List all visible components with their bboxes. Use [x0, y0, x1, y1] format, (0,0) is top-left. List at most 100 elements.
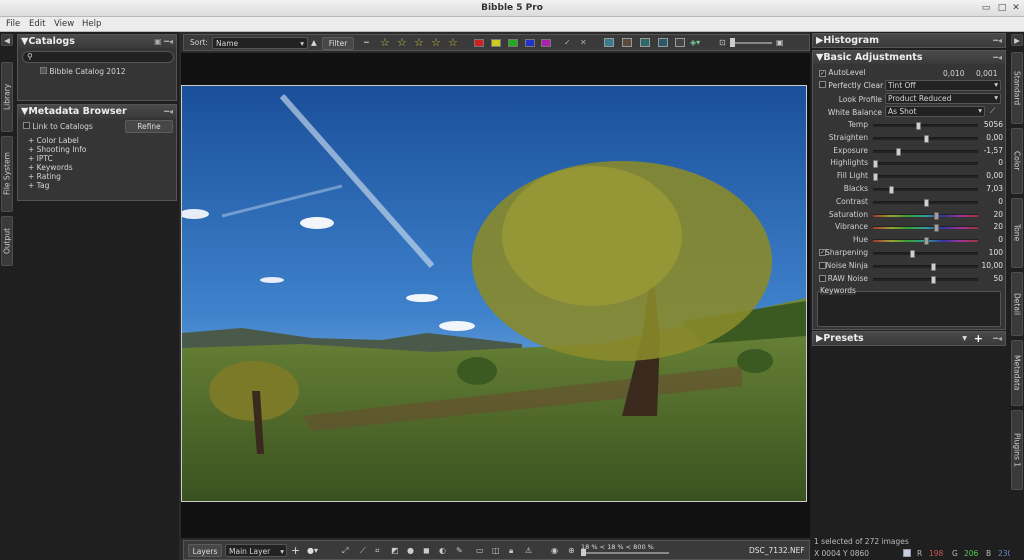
tab-metadata[interactable]: Metadata [1011, 340, 1023, 406]
straighten-value[interactable]: 0,00 [963, 133, 1003, 142]
tab-library[interactable]: Library [1, 62, 13, 132]
raw-noise-checkbox[interactable] [819, 274, 826, 282]
reject-icon[interactable]: ✕ [580, 37, 587, 49]
color-label-red[interactable] [474, 39, 484, 47]
tab-plugins[interactable]: Plugins 1 [1011, 410, 1023, 490]
tab-detail[interactable]: Detail [1011, 272, 1023, 336]
rating-clear-icon[interactable]: ━ [364, 37, 369, 49]
tab-tone[interactable]: Tone [1011, 198, 1023, 268]
view-list-icon[interactable] [675, 38, 685, 47]
star-icon[interactable]: ☆ [448, 37, 458, 49]
thumbnail-size-icon[interactable]: ⊡ [719, 37, 726, 49]
view-grid-icon[interactable] [604, 38, 614, 47]
pin-icon[interactable]: ▣ ━◂ [154, 35, 173, 48]
chevron-down-icon[interactable]: ▾ [962, 332, 967, 345]
catalog-search-input[interactable]: ⚲ [22, 51, 174, 63]
sort-select[interactable]: Name ▾ [212, 37, 308, 49]
tag-check-icon[interactable]: ✓ [564, 37, 571, 49]
menu-help[interactable]: Help [82, 19, 101, 29]
sharpening-value[interactable]: 100 [963, 248, 1003, 257]
link-to-catalogs-checkbox[interactable]: Link to Catalogs [23, 122, 93, 131]
catalogs-header[interactable]: ▼Catalogs ▣ ━◂ [18, 35, 176, 48]
pin-icon[interactable]: ━◂ [164, 105, 173, 118]
straighten-icon[interactable]: ⟋ [360, 544, 366, 557]
metadata-item[interactable]: + Shooting Info [28, 145, 86, 154]
zoom-in-icon[interactable]: ⊕ [568, 544, 575, 557]
autolevel-value-1[interactable]: 0,010 [943, 69, 964, 78]
metadata-item[interactable]: + Keywords [28, 163, 86, 172]
menu-view[interactable]: View [54, 19, 74, 29]
star-icon[interactable]: ☆ [414, 37, 424, 49]
fill-light-value[interactable]: 0,00 [963, 171, 1003, 180]
view-compare-icon[interactable] [658, 38, 668, 47]
compare-icon[interactable]: ◫ [492, 544, 500, 557]
slider-thumb[interactable] [581, 549, 586, 556]
eyedropper-icon[interactable]: ⟋ [990, 106, 995, 116]
autolevel-value-2[interactable]: 0,001 [976, 69, 997, 78]
slider-thumb[interactable] [730, 38, 735, 47]
fit-icon[interactable]: ⤢ [342, 544, 348, 557]
crop-icon[interactable]: ⌗ [375, 544, 380, 557]
color-label-purple[interactable] [541, 39, 551, 47]
layers-button[interactable]: Layers [188, 544, 222, 557]
blacks-value[interactable]: 7,03 [963, 184, 1003, 193]
monitor-icon[interactable]: ▭ [476, 544, 484, 557]
square-icon[interactable]: ◼ [423, 544, 430, 557]
view-single-icon[interactable] [640, 38, 650, 47]
slider-thumb[interactable] [930, 275, 936, 284]
basic-adjustments-header[interactable]: ▼Basic Adjustments ━◂ [813, 51, 1005, 64]
highlights-value[interactable]: 0 [963, 158, 1003, 167]
minimize-icon[interactable]: ▭ [978, 1, 994, 15]
pin-icon[interactable]: ━◂ [993, 332, 1002, 345]
metadata-item[interactable]: + IPTC [28, 154, 86, 163]
sort-direction-icon[interactable]: ▲ [311, 37, 317, 49]
hue-value[interactable]: 0 [963, 235, 1003, 244]
color-wheel-icon[interactable]: ◈▾ [690, 37, 700, 49]
look-profile-select[interactable]: Product Reduced ▾ [885, 93, 1001, 104]
circle-icon[interactable]: ● [407, 544, 414, 557]
vibrance-value[interactable]: 20 [963, 222, 1003, 231]
menu-file[interactable]: File [6, 19, 20, 29]
color-label-green[interactable] [508, 39, 518, 47]
brush-icon[interactable]: ●▾ [307, 544, 318, 557]
star-icon[interactable]: ☆ [380, 37, 390, 49]
white-balance-select[interactable]: As Shot ▾ [885, 106, 985, 117]
slider-thumb[interactable] [930, 262, 936, 271]
lock-icon[interactable]: 🔒︎ [509, 544, 513, 557]
stamp-icon[interactable]: ◩ [391, 544, 399, 557]
noise-ninja-value[interactable]: 10,00 [963, 261, 1003, 270]
tab-output[interactable]: Output [1, 216, 13, 266]
zoom-slider[interactable] [581, 549, 669, 556]
view-filmstrip-icon[interactable] [622, 38, 632, 47]
catalog-item[interactable]: Bibble Catalog 2012 [40, 67, 126, 76]
tab-file-system[interactable]: File System [1, 136, 13, 212]
metadata-browser-header[interactable]: ▼Metadata Browser ━◂ [18, 105, 176, 118]
slider-thumb[interactable] [934, 224, 939, 233]
thumbnail-large-icon[interactable]: ▣ [776, 37, 784, 49]
heal-icon[interactable]: ◐ [439, 544, 446, 557]
histogram-header[interactable]: ▶Histogram ━◂ [813, 34, 1005, 47]
filter-button[interactable]: Filter [322, 37, 354, 50]
presets-header[interactable]: ▶Presets ▾ + ━◂ [813, 332, 1005, 345]
color-label-blue[interactable] [525, 39, 535, 47]
temp-value[interactable]: 5056 [963, 120, 1003, 129]
menu-edit[interactable]: Edit [29, 19, 45, 29]
metadata-item[interactable]: + Color Label [28, 136, 86, 145]
add-layer-icon[interactable]: + [291, 544, 300, 557]
add-preset-icon[interactable]: + [974, 332, 983, 345]
collapse-right-icon[interactable]: ▶ [1011, 34, 1023, 46]
slider-thumb[interactable] [888, 186, 894, 194]
thumbnail-size-slider[interactable] [730, 38, 772, 47]
saturation-value[interactable]: 20 [963, 210, 1003, 219]
warning-icon[interactable]: ⚠ [525, 544, 532, 557]
star-icon[interactable]: ☆ [397, 37, 407, 49]
contrast-value[interactable]: 0 [963, 197, 1003, 206]
slider-thumb[interactable] [916, 122, 922, 130]
star-icon[interactable]: ☆ [431, 37, 441, 49]
layer-select[interactable]: Main Layer ▾ [225, 544, 287, 557]
metadata-item[interactable]: + Rating [28, 172, 86, 181]
slider-thumb[interactable] [896, 147, 902, 156]
tab-standard[interactable]: Standard [1011, 52, 1023, 124]
perfectly-clear-select[interactable]: Tint Off ▾ [885, 80, 1001, 91]
pin-icon[interactable]: ━◂ [993, 34, 1002, 47]
